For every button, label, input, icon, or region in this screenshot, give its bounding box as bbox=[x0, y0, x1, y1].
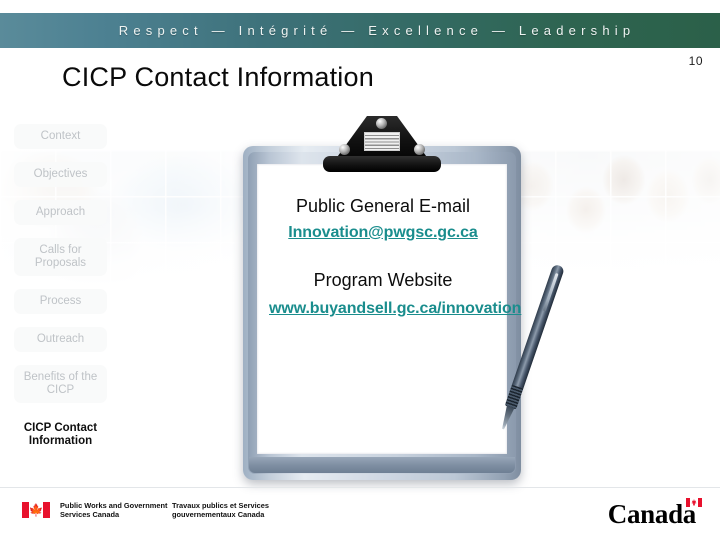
department-name-en: Public Works and Government Services Can… bbox=[60, 501, 168, 520]
binder-clip-icon bbox=[319, 116, 445, 182]
binder-clip-rivet bbox=[376, 118, 387, 129]
website-link[interactable]: www.buyandsell.gc.ca/innovation bbox=[265, 296, 521, 321]
department-name-fr: Travaux publics et Services gouvernement… bbox=[172, 501, 269, 520]
collage-vertical-fade bbox=[500, 150, 720, 285]
sidebar-item-label: Context bbox=[40, 130, 81, 142]
clipboard-graphic: Public General E-mail Innovation@pwgsc.g… bbox=[243, 116, 565, 480]
binder-clip-plate bbox=[364, 132, 400, 151]
binder-clip-bar bbox=[323, 156, 441, 172]
collage-photo-people bbox=[500, 150, 720, 285]
canada-wordmark-flag-icon bbox=[686, 498, 702, 507]
canada-wordmark-text: Canada bbox=[607, 499, 697, 529]
pen-tip bbox=[499, 405, 514, 430]
department-names: Public Works and Government Services Can… bbox=[60, 501, 284, 520]
sidebar-item-benefits-of-the-cicp[interactable]: Benefits of the CICP bbox=[14, 365, 107, 403]
sidebar-item-context[interactable]: Context bbox=[14, 124, 107, 149]
sidebar-nav: Context Objectives Approach Calls for Pr… bbox=[14, 124, 107, 467]
clipboard-bottom-lip bbox=[249, 457, 515, 473]
binder-clip-rivet bbox=[414, 144, 425, 155]
slide-cicp-contact-information: Respect — Intégrité — Excellence — Leade… bbox=[0, 0, 720, 540]
sidebar-item-label: Approach bbox=[35, 206, 86, 218]
contact-content: Public General E-mail Innovation@pwgsc.g… bbox=[265, 194, 521, 321]
website-heading: Program Website bbox=[313, 270, 453, 290]
sidebar-item-label: Benefits of the CICP bbox=[23, 371, 98, 396]
sidebar-item-label: Outreach bbox=[36, 333, 85, 345]
page-number: 10 bbox=[688, 54, 703, 68]
sidebar-item-label: Calls for Proposals bbox=[34, 244, 87, 269]
sidebar-item-cicp-contact-information[interactable]: CICP Contact Information bbox=[14, 416, 107, 454]
canada-wordmark: Canada bbox=[608, 498, 702, 529]
sidebar-item-calls-for-proposals[interactable]: Calls for Proposals bbox=[14, 238, 107, 276]
page-title: CICP Contact Information bbox=[62, 62, 374, 92]
collage-horizontal-fade bbox=[500, 150, 720, 285]
email-link[interactable]: Innovation@pwgsc.gc.ca bbox=[288, 222, 478, 244]
sidebar-item-objectives[interactable]: Objectives bbox=[14, 162, 107, 187]
footer: 🍁 Public Works and Government Services C… bbox=[0, 488, 720, 540]
canada-flag-icon: 🍁 bbox=[22, 502, 50, 518]
collage-grid-lines bbox=[500, 150, 720, 285]
values-banner: Respect — Intégrité — Excellence — Leade… bbox=[0, 13, 720, 48]
sidebar-item-process[interactable]: Process bbox=[14, 289, 107, 314]
flag-maple-leaf: 🍁 bbox=[28, 502, 44, 518]
background-collage-right bbox=[500, 150, 720, 285]
sidebar-item-label: Objectives bbox=[33, 168, 88, 180]
values-banner-text: Respect — Intégrité — Excellence — Leade… bbox=[118, 23, 636, 38]
sidebar-item-label: Process bbox=[39, 295, 82, 307]
sidebar-item-label: CICP Contact Information bbox=[23, 422, 98, 447]
sidebar-item-approach[interactable]: Approach bbox=[14, 200, 107, 225]
pwgsc-logo: 🍁 Public Works and Government Services C… bbox=[22, 501, 284, 520]
sidebar-item-outreach[interactable]: Outreach bbox=[14, 327, 107, 352]
email-heading: Public General E-mail bbox=[295, 196, 471, 216]
binder-clip-rivet bbox=[339, 144, 350, 155]
flag-right-bar bbox=[43, 502, 50, 518]
